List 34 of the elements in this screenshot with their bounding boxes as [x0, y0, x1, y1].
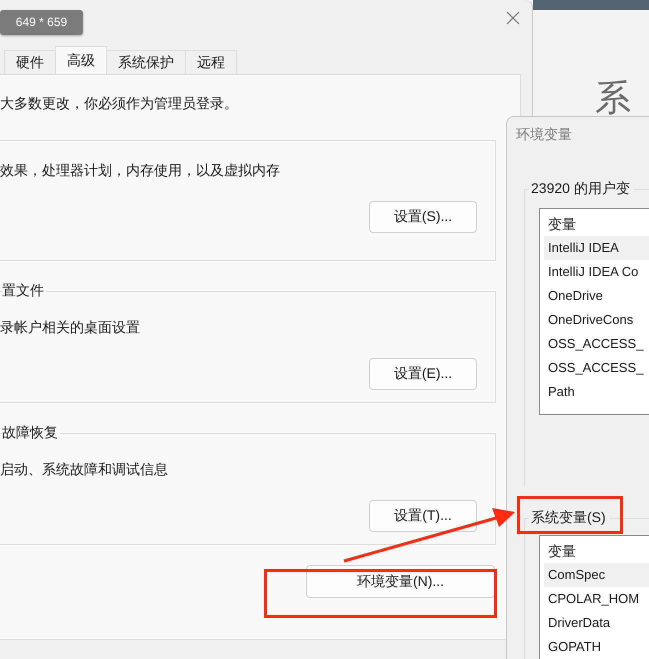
group-label: 故障恢复	[2, 424, 59, 442]
page-heading: 系	[595, 80, 631, 116]
tab[interactable]: 远程	[185, 50, 237, 74]
variable-list[interactable]: 变量 ComSpec CPOLAR_HOM DriverData GOPATH	[539, 535, 649, 659]
column-header: 变量	[547, 215, 576, 234]
variable-row[interactable]: IntelliJ IDEA Co	[544, 260, 649, 284]
variable-row[interactable]: IntelliJ IDEA	[544, 236, 649, 260]
variable-list[interactable]: 变量 IntelliJ IDEA IntelliJ IDEA Co OneDrive OneDriveCons OSS_ACCESS_ OSS_ACCESS_ Path	[539, 208, 649, 415]
column-header: 变量	[547, 542, 576, 561]
group-description: 录帐户相关的桌面设置	[0, 319, 140, 337]
group-description: 效果，处理器计划，内存使用，以及虚拟内存	[0, 162, 280, 180]
variable-row[interactable]: OneDrive	[544, 284, 649, 308]
tab[interactable]: 高级	[55, 46, 107, 74]
admin-note: 大多数更改，你必须作为管理员登录。	[0, 95, 238, 113]
size-badge: 649 * 659	[0, 10, 83, 35]
settings-button[interactable]: 设置(S)...	[369, 201, 477, 233]
group-label: 系统变量(S)	[530, 509, 607, 527]
variable-row[interactable]: OSS_ACCESS_	[544, 356, 649, 380]
environment-variables-button[interactable]: 环境变量(N)...	[306, 565, 495, 598]
variable-row[interactable]: DriverData	[544, 611, 649, 635]
variable-row[interactable]: Path	[544, 380, 649, 404]
settings-button[interactable]: 设置(T)...	[369, 500, 477, 532]
variable-row[interactable]: OneDriveCons	[544, 308, 649, 332]
dialog-title: 环境变量	[516, 126, 572, 144]
settings-button[interactable]: 设置(E)...	[369, 358, 477, 390]
variable-row[interactable]: CPOLAR_HOM	[544, 587, 649, 611]
group-description: 启动、系统故障和调试信息	[0, 461, 168, 479]
variable-row[interactable]: GOPATH	[544, 635, 649, 659]
group-label: 23920 的用户变	[530, 180, 631, 198]
group-label: 置文件	[2, 282, 45, 300]
variable-row[interactable]: OSS_ACCESS_	[544, 332, 649, 356]
variable-row[interactable]: ComSpec	[544, 563, 649, 587]
tab[interactable]: 硬件	[4, 50, 56, 74]
close-icon[interactable]	[506, 11, 520, 25]
